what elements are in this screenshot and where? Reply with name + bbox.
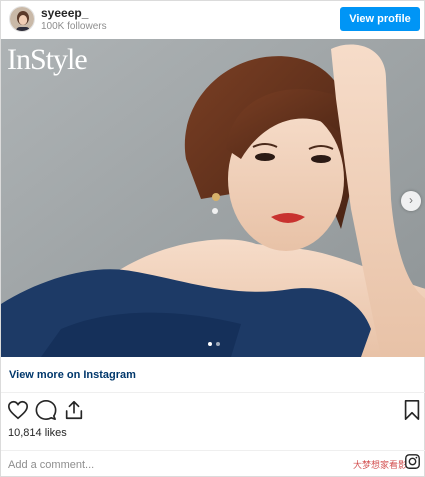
username[interactable]: syeeep_ [41, 6, 88, 20]
follower-count: 100K followers [41, 21, 107, 32]
like-count: 10,814 likes [8, 427, 67, 439]
view-profile-button[interactable]: View profile [340, 7, 420, 31]
carousel-dot [216, 342, 220, 346]
photo-illustration [1, 39, 425, 357]
avatar[interactable] [9, 6, 35, 32]
chevron-right-icon[interactable]: › [401, 191, 421, 211]
post-photo[interactable]: InStyle › [1, 39, 425, 357]
carousel-indicator [206, 342, 226, 348]
post-header: syeeep_ 100K followers View profile [1, 1, 425, 38]
comment-icon[interactable] [35, 399, 57, 421]
instagram-embed-card: syeeep_ 100K followers View profile InSt… [0, 0, 425, 477]
heart-icon[interactable] [7, 399, 29, 421]
instagram-icon[interactable] [404, 453, 421, 470]
divider [1, 392, 425, 393]
bookmark-icon[interactable] [401, 399, 423, 421]
watermark: 大梦想家看影 [353, 460, 408, 470]
magazine-logo: InStyle [7, 43, 88, 76]
view-more-link[interactable]: View more on Instagram [9, 369, 136, 381]
share-icon[interactable] [63, 399, 85, 421]
carousel-dot [208, 342, 212, 346]
